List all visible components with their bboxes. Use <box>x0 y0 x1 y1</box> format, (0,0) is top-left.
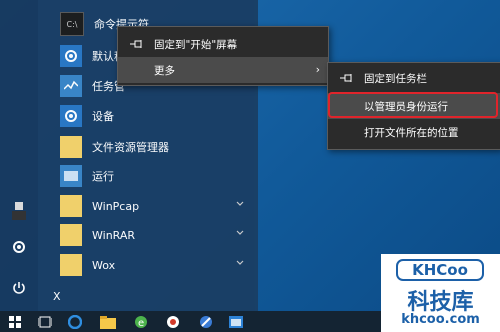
chevron-down-icon[interactable] <box>236 229 244 237</box>
menu-item-pin-to-taskbar[interactable]: 固定到任务栏 <box>328 65 500 91</box>
user-icon <box>12 202 26 220</box>
globe-icon <box>200 316 212 328</box>
app-item-settings[interactable]: 设备 <box>60 103 250 129</box>
app-label: WinPcap <box>92 199 140 213</box>
highlight-outline <box>328 92 498 118</box>
khcoo-logo: KHCoo <box>396 259 484 281</box>
menu-item-label: 固定到任务栏 <box>364 72 427 85</box>
chevron-down-icon[interactable] <box>236 200 244 208</box>
menu-item-label: 固定到"开始"屏幕 <box>154 38 238 51</box>
windows-logo-icon <box>9 316 21 328</box>
folder-icon <box>60 136 82 158</box>
pin-icon <box>340 74 352 82</box>
app-label: Wox <box>92 258 116 272</box>
app-label: 设备 <box>92 110 114 123</box>
watermark: KHCoo 科技库 khcoo.com <box>381 254 500 332</box>
task-manager-icon <box>60 75 82 97</box>
start-left-rail <box>0 0 38 311</box>
folder-icon <box>60 254 82 276</box>
user-avatar[interactable] <box>0 196 38 226</box>
green-e-icon: e <box>135 316 147 329</box>
app-window-button[interactable] <box>228 314 244 330</box>
menu-item-more[interactable]: 更多 › <box>118 57 328 83</box>
gear-icon <box>13 241 25 253</box>
settings-button[interactable] <box>0 232 38 262</box>
media-player-icon <box>167 316 179 328</box>
file-explorer-taskbar-button[interactable] <box>100 314 116 330</box>
folder-icon <box>100 315 116 329</box>
gear-icon <box>60 45 82 67</box>
folder-icon <box>60 224 82 246</box>
menu-item-pin-to-start[interactable]: 固定到"开始"屏幕 <box>118 31 328 57</box>
app-item-wox[interactable]: Wox <box>60 252 250 278</box>
run-icon <box>60 165 82 187</box>
app-label: 文件资源管理器 <box>92 141 169 154</box>
app-item-winrar[interactable]: WinRAR <box>60 222 250 248</box>
window-icon <box>229 316 243 328</box>
edge-icon <box>68 315 82 329</box>
chevron-right-icon: › <box>315 64 320 76</box>
menu-item-open-file-location[interactable]: 打开文件所在的位置 <box>328 119 500 145</box>
power-icon <box>13 282 25 294</box>
app-item-run[interactable]: 运行 <box>60 163 250 189</box>
gear-icon <box>60 105 82 127</box>
edge-button[interactable] <box>67 314 83 330</box>
menu-item-label: 打开文件所在的位置 <box>364 126 459 139</box>
task-view-icon <box>38 316 52 328</box>
app-item-file-explorer[interactable]: 文件资源管理器 <box>60 134 250 160</box>
app-e-button[interactable]: e <box>133 314 149 330</box>
app-item-winpcap[interactable]: WinPcap <box>60 193 250 219</box>
power-button[interactable] <box>0 273 38 303</box>
media-button[interactable] <box>165 314 181 330</box>
browser-button[interactable] <box>198 314 214 330</box>
task-view-button[interactable] <box>37 314 53 330</box>
section-letter[interactable]: X <box>53 290 61 303</box>
cmd-icon: C:\ <box>60 12 84 36</box>
svg-text:e: e <box>138 318 144 329</box>
logo-text: KHCoo <box>412 261 468 279</box>
app-label: WinRAR <box>92 228 136 242</box>
pin-icon <box>130 40 142 48</box>
watermark-url: khcoo.com <box>401 312 480 327</box>
folder-icon <box>60 195 82 217</box>
context-menu: 固定到"开始"屏幕 更多 › <box>117 26 329 86</box>
app-label: 运行 <box>92 170 114 183</box>
start-button[interactable] <box>7 314 23 330</box>
menu-item-label: 更多 <box>154 64 175 77</box>
chevron-down-icon[interactable] <box>236 259 244 267</box>
